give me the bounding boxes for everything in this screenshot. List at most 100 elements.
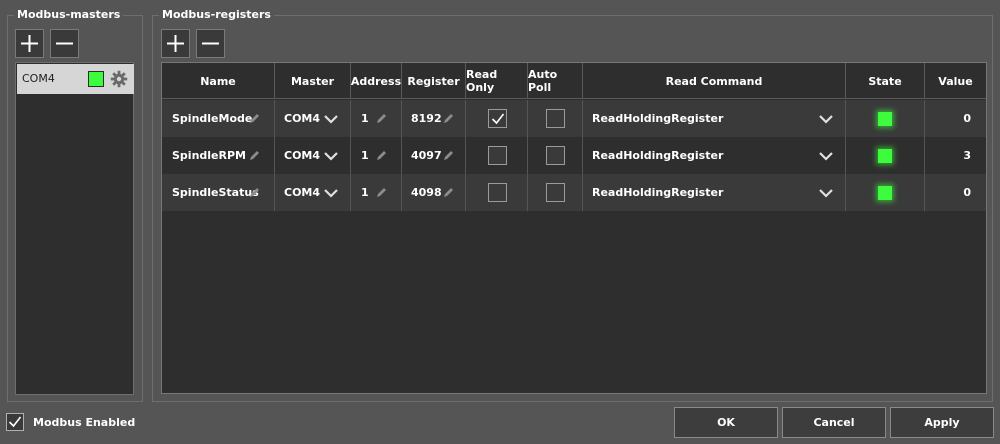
register-cell[interactable]: 4098 bbox=[402, 174, 466, 211]
register-value: 3 bbox=[963, 149, 971, 162]
remove-register-button[interactable] bbox=[196, 29, 225, 58]
pencil-icon[interactable] bbox=[376, 113, 387, 124]
remove-master-button[interactable] bbox=[50, 29, 79, 58]
register-cell[interactable]: 8192 bbox=[402, 100, 466, 137]
column-header-register[interactable]: Register bbox=[402, 63, 466, 99]
chevron-down-icon[interactable] bbox=[818, 188, 834, 198]
read-command-value: ReadHoldingRegister bbox=[592, 186, 724, 199]
masters-list[interactable]: COM4 bbox=[15, 62, 134, 395]
register-number: 4097 bbox=[411, 149, 442, 162]
value-cell: 3 bbox=[925, 137, 986, 174]
pencil-icon[interactable] bbox=[249, 150, 260, 161]
master-item-com4[interactable]: COM4 bbox=[17, 64, 134, 94]
read-only-checkbox[interactable] bbox=[488, 109, 507, 128]
column-header-read-only[interactable]: Read Only bbox=[466, 63, 528, 99]
pencil-icon[interactable] bbox=[443, 113, 454, 124]
column-header-read-command[interactable]: Read Command bbox=[583, 63, 846, 99]
auto-poll-cell bbox=[528, 174, 583, 211]
chevron-down-icon[interactable] bbox=[323, 114, 339, 124]
pencil-icon[interactable] bbox=[443, 187, 454, 198]
minus-icon bbox=[202, 42, 219, 45]
auto-poll-cell bbox=[528, 100, 583, 137]
register-value: 0 bbox=[963, 186, 971, 199]
read-only-checkbox[interactable] bbox=[488, 146, 507, 165]
column-header-state[interactable]: State bbox=[846, 63, 925, 99]
address-cell[interactable]: 1 bbox=[351, 137, 402, 174]
registers-table: Name Master Address Register Read Only A… bbox=[161, 62, 987, 394]
registers-title: Modbus-registers bbox=[159, 8, 274, 22]
name-cell[interactable]: SpindleMode bbox=[162, 100, 275, 137]
modbus-enabled-label[interactable]: Modbus Enabled bbox=[33, 416, 135, 429]
read-command-cell[interactable]: ReadHoldingRegister bbox=[583, 137, 846, 174]
state-cell bbox=[846, 174, 925, 211]
read-only-cell bbox=[466, 137, 528, 174]
column-header-address[interactable]: Address bbox=[351, 63, 402, 99]
register-number: 4098 bbox=[411, 186, 442, 199]
state-cell bbox=[846, 100, 925, 137]
register-name: SpindleRPM bbox=[172, 149, 246, 162]
pencil-icon[interactable] bbox=[249, 113, 260, 124]
column-header-auto-poll[interactable]: Auto Poll bbox=[528, 63, 583, 99]
auto-poll-cell bbox=[528, 137, 583, 174]
read-only-checkbox[interactable] bbox=[488, 183, 507, 202]
checkmark-icon bbox=[491, 113, 505, 125]
pencil-icon[interactable] bbox=[376, 187, 387, 198]
master-item-label: COM4 bbox=[22, 72, 55, 85]
pencil-icon[interactable] bbox=[249, 187, 260, 198]
column-header-name[interactable]: Name bbox=[162, 63, 275, 99]
state-indicator bbox=[878, 186, 892, 200]
state-cell bbox=[846, 137, 925, 174]
read-only-cell bbox=[466, 100, 528, 137]
ok-button[interactable]: OK bbox=[674, 407, 778, 438]
name-cell[interactable]: SpindleStatus bbox=[162, 174, 275, 211]
read-command-value: ReadHoldingRegister bbox=[592, 149, 724, 162]
master-cell[interactable]: COM4 bbox=[275, 174, 351, 211]
pencil-icon[interactable] bbox=[376, 150, 387, 161]
master-cell[interactable]: COM4 bbox=[275, 100, 351, 137]
auto-poll-checkbox[interactable] bbox=[546, 109, 565, 128]
read-command-cell[interactable]: ReadHoldingRegister bbox=[583, 174, 846, 211]
register-cell[interactable]: 4097 bbox=[402, 137, 466, 174]
address-cell[interactable]: 1 bbox=[351, 100, 402, 137]
apply-button[interactable]: Apply bbox=[890, 407, 994, 438]
master-cell[interactable]: COM4 bbox=[275, 137, 351, 174]
address-cell[interactable]: 1 bbox=[351, 174, 402, 211]
register-address: 1 bbox=[361, 149, 369, 162]
table-row[interactable]: SpindleStatus COM4 1 4098 ReadHoldingReg… bbox=[162, 174, 986, 211]
modbus-enabled-checkbox[interactable] bbox=[6, 413, 24, 431]
master-status-indicator bbox=[88, 71, 104, 87]
read-command-value: ReadHoldingRegister bbox=[592, 112, 724, 125]
table-row[interactable]: SpindleRPM COM4 1 4097 ReadHoldingRegist… bbox=[162, 137, 986, 174]
chevron-down-icon[interactable] bbox=[323, 188, 339, 198]
table-header: Name Master Address Register Read Only A… bbox=[162, 63, 986, 99]
register-number: 8192 bbox=[411, 112, 442, 125]
value-cell: 0 bbox=[925, 100, 986, 137]
register-name: SpindleStatus bbox=[172, 186, 259, 199]
minus-icon bbox=[56, 42, 73, 45]
auto-poll-checkbox[interactable] bbox=[546, 146, 565, 165]
register-name: SpindleMode bbox=[172, 112, 253, 125]
gear-icon[interactable] bbox=[110, 70, 128, 88]
auto-poll-checkbox[interactable] bbox=[546, 183, 565, 202]
chevron-down-icon[interactable] bbox=[818, 114, 834, 124]
column-header-master[interactable]: Master bbox=[275, 63, 351, 99]
register-master: COM4 bbox=[284, 149, 321, 162]
chevron-down-icon[interactable] bbox=[818, 151, 834, 161]
cancel-button[interactable]: Cancel bbox=[782, 407, 886, 438]
plus-icon bbox=[167, 35, 184, 52]
read-only-cell bbox=[466, 174, 528, 211]
name-cell[interactable]: SpindleRPM bbox=[162, 137, 275, 174]
table-row[interactable]: SpindleMode COM4 1 8192 ReadHoldingRegis… bbox=[162, 100, 986, 137]
add-register-button[interactable] bbox=[161, 29, 190, 58]
column-header-value[interactable]: Value bbox=[925, 63, 986, 99]
pencil-icon[interactable] bbox=[443, 150, 454, 161]
add-master-button[interactable] bbox=[15, 29, 44, 58]
register-master: COM4 bbox=[284, 112, 321, 125]
state-indicator bbox=[878, 149, 892, 163]
chevron-down-icon[interactable] bbox=[323, 151, 339, 161]
state-indicator bbox=[878, 112, 892, 126]
register-address: 1 bbox=[361, 186, 369, 199]
checkmark-icon bbox=[8, 416, 22, 428]
register-address: 1 bbox=[361, 112, 369, 125]
read-command-cell[interactable]: ReadHoldingRegister bbox=[583, 100, 846, 137]
